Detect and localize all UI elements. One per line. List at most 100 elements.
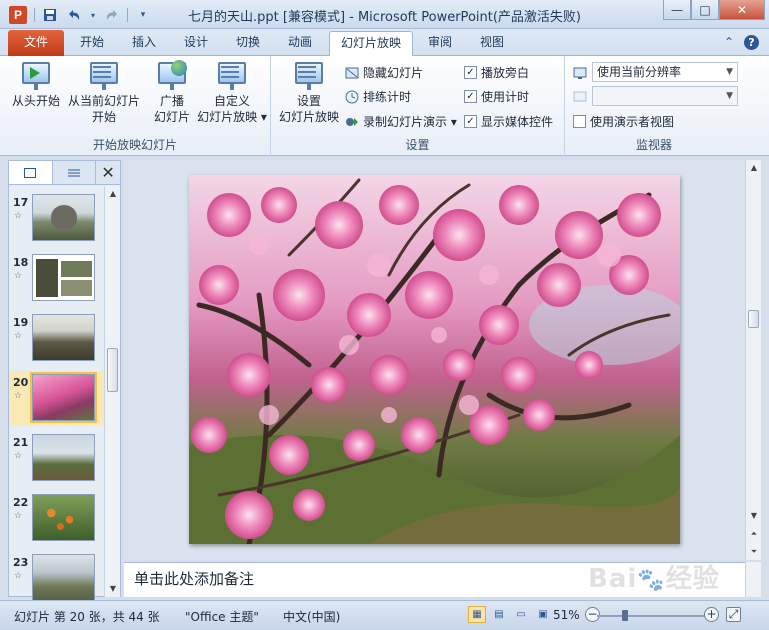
play-narrations-label: 播放旁白 [481,66,530,80]
help-icon[interactable]: ? [744,35,759,50]
slide-thumbnail-image [30,372,97,423]
slide-thumbnail-image [32,314,95,361]
group-label-setup: 设置 [405,138,430,152]
tab-home[interactable]: 开始 [70,31,114,56]
thumbnail-row[interactable]: 18 ☆ [9,251,104,305]
zoom-level[interactable]: 51% [553,608,580,622]
thumbnail-row[interactable]: 19 ☆ [9,311,104,365]
animation-star-icon: ☆ [14,571,23,581]
customize-qat-dropdown-icon[interactable]: ▾ [134,7,152,23]
from-current-label-1: 从当前幻灯片 [67,94,140,108]
animation-star-icon: ☆ [14,331,23,341]
play-narrations-checkbox[interactable]: ✓ 播放旁白 [464,64,529,81]
tab-transitions[interactable]: 切换 [226,31,270,56]
tab-review[interactable]: 审阅 [418,31,462,56]
tab-animations[interactable]: 动画 [278,31,322,56]
hide-slide-button[interactable]: 隐藏幻灯片 [345,64,423,81]
ribbon-right-controls: ⌃ ? [724,35,759,50]
notes-scrollbar[interactable] [745,562,761,597]
group-setup: 设置 幻灯片放映 隐藏幻灯片 排练计时 录制幻灯片演示 ▾ ✓ 播放旁白 ✓ 使… [271,56,565,156]
play-from-start-icon [21,60,51,90]
zoom-slider-knob[interactable] [621,610,628,621]
close-pane-icon[interactable]: ✕ [96,161,120,184]
rehearse-timings-button[interactable]: 排练计时 [345,88,411,105]
custom-slideshow-button[interactable]: 自定义 幻灯片放映 ▾ [196,60,268,125]
from-current-button[interactable]: 从当前幻灯片 开始 [66,60,142,125]
thumbnail-row[interactable]: 22 ☆ [9,491,104,545]
slides-pane: ✕ 17 ☆ 18 ☆ 19 ☆ 20 ☆ 21 ☆ 22 ☆ 23 ☆ ▲ ▼ [8,160,121,601]
from-beginning-button[interactable]: 从头开始 [8,60,64,109]
tab-design[interactable]: 设计 [174,31,218,56]
slide-vertical-scrollbar[interactable]: ▲ ▼ ⏶ ⏷ [745,160,761,560]
slide-thumbnail-image [32,494,95,541]
group-label-start: 开始放映幻灯片 [92,138,177,152]
tab-file[interactable]: 文件 [8,30,64,56]
thumbnail-row[interactable]: 23 ☆ [9,551,104,605]
animation-star-icon: ☆ [14,271,23,281]
custom-label-1: 自定义 [213,94,250,108]
ribbon-panel: 从头开始 从当前幻灯片 开始 广播 幻灯片 自定义 幻灯片放映 ▾ 开始放映幻灯… [0,56,769,156]
broadcast-button[interactable]: 广播 幻灯片 [147,60,197,125]
maximize-button[interactable]: □ [691,0,719,20]
baidu-watermark: Bai🐾经验 [588,564,720,594]
tab-insert[interactable]: 插入 [122,31,166,56]
minimize-ribbon-icon[interactable]: ⌃ [724,35,734,50]
fit-to-window-icon[interactable]: ⤢ [726,607,741,622]
scroll-down-icon[interactable]: ▼ [746,508,762,524]
qat-separator [127,8,128,22]
slide-number: 21 [13,436,29,449]
play-narrations-check-icon[interactable]: ✓ [464,66,477,79]
thumbnail-row[interactable]: 17 ☆ [9,191,104,245]
presenter-view-label: 使用演示者视图 [590,115,675,129]
tab-slideshow[interactable]: 幻灯片放映 [329,31,413,58]
show-media-controls-checkbox[interactable]: ✓ 显示媒体控件 [464,113,553,130]
outline-tab-icon[interactable] [53,161,97,184]
slide-thumbnail-image [32,434,95,481]
thumbnail-row-selected[interactable]: 20 ☆ [9,371,104,425]
zoom-in-icon[interactable]: + [704,607,719,622]
undo-icon[interactable] [65,7,83,23]
slides-tab-icon[interactable] [9,161,53,184]
redo-icon[interactable] [103,7,121,23]
slideshow-view-icon[interactable]: ▣ [534,606,552,623]
slide-sorter-view-icon[interactable]: ▤ [490,606,508,623]
next-slide-icon[interactable]: ⏷ [746,544,762,560]
setup-label-1: 设置 [296,94,321,108]
normal-view-icon[interactable]: ▦ [468,606,486,623]
from-current-label-2: 开始 [91,110,116,124]
current-slide-image[interactable] [189,175,680,544]
undo-dropdown-icon[interactable]: ▾ [89,7,97,23]
show-media-controls-label: 显示媒体控件 [481,115,554,129]
minimize-button[interactable]: — [663,0,691,20]
presenter-view-checkbox[interactable]: 使用演示者视图 [573,113,674,130]
show-on-select[interactable]: ▼ [592,86,738,106]
scroll-up-icon[interactable]: ▲ [746,160,762,176]
scroll-down-icon[interactable]: ▼ [105,581,121,597]
slide-thumbnail-image [32,194,95,241]
scrollbar-thumb[interactable] [107,348,118,392]
show-media-controls-check-icon[interactable]: ✓ [464,115,477,128]
save-icon[interactable] [41,7,59,23]
from-beginning-label: 从头开始 [11,94,60,108]
scroll-up-icon[interactable]: ▲ [105,186,121,202]
hide-slide-icon [345,66,359,80]
theme-status[interactable]: "Office 主题" [185,608,259,625]
scrollbar-thumb[interactable] [748,310,759,328]
presenter-view-check-icon[interactable] [573,115,586,128]
zoom-slider[interactable] [597,610,705,621]
close-button[interactable]: ✕ [719,0,765,20]
resolution-select[interactable]: 使用当前分辨率 ▼ [592,62,738,82]
reading-view-icon[interactable]: ▭ [512,606,530,623]
tab-view[interactable]: 视图 [470,31,514,56]
window-controls: — □ ✕ [663,0,765,20]
record-slideshow-button[interactable]: 录制幻灯片演示 ▾ [345,113,457,130]
powerpoint-app-icon[interactable]: P [9,6,27,24]
previous-slide-icon[interactable]: ⏶ [746,526,762,542]
language-status[interactable]: 中文(中国) [283,608,340,625]
use-timings-label: 使用计时 [481,90,530,104]
thumbnail-scrollbar[interactable]: ▲ ▼ [104,186,120,597]
setup-slideshow-button[interactable]: 设置 幻灯片放映 [275,60,343,125]
use-timings-checkbox[interactable]: ✓ 使用计时 [464,88,529,105]
thumbnail-row[interactable]: 21 ☆ [9,431,104,485]
use-timings-check-icon[interactable]: ✓ [464,90,477,103]
